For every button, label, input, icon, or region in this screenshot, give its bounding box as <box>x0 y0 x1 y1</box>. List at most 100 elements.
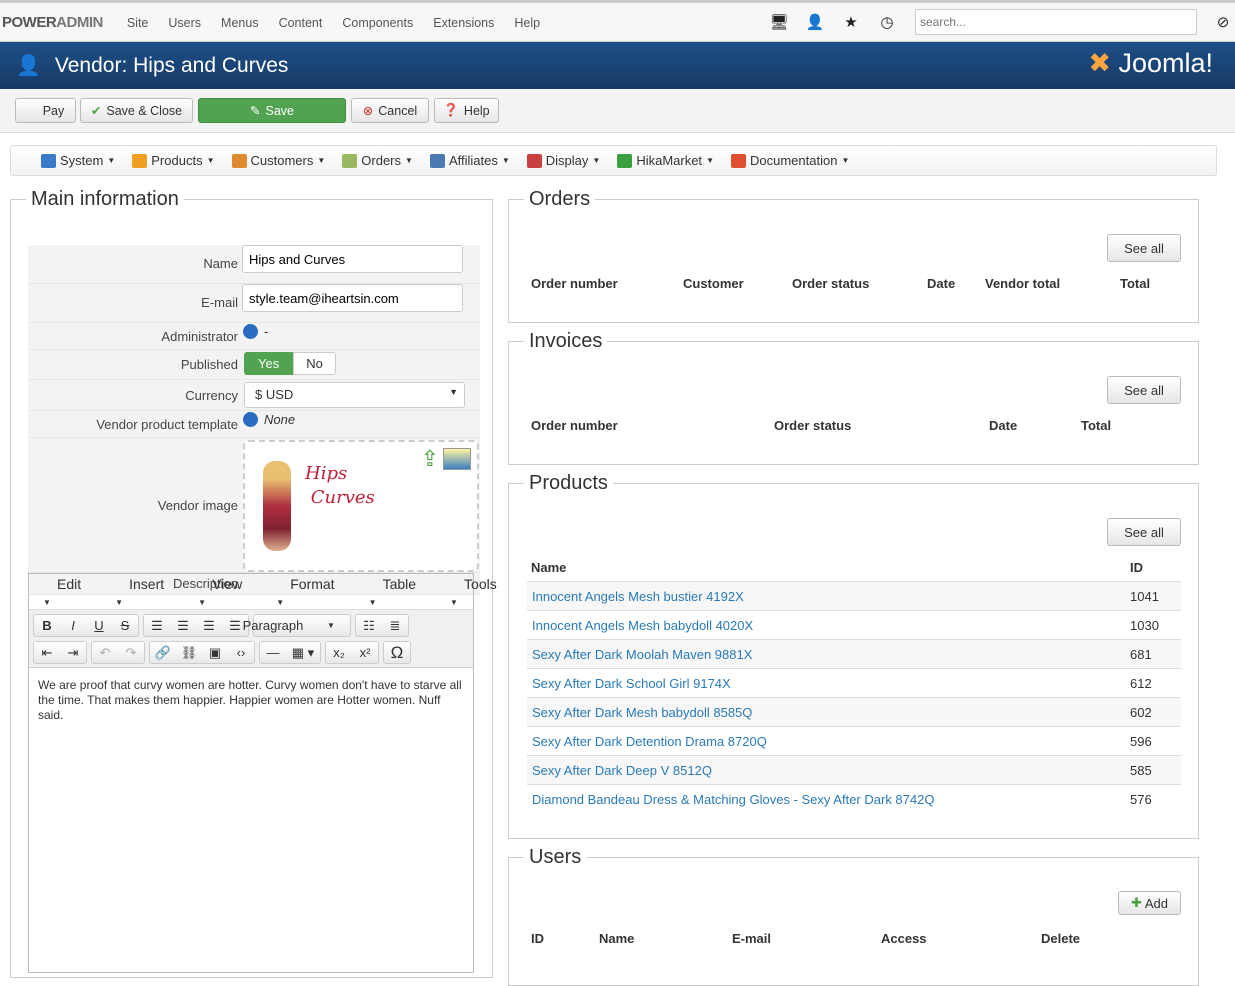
menu-hikamarket[interactable]: HikaMarket ▼ <box>617 153 714 168</box>
menu-affiliates[interactable]: Affiliates ▼ <box>429 153 510 168</box>
format-select[interactable]: Paragraph ▼ <box>243 614 351 637</box>
upload-icon[interactable]: ⇪ <box>421 446 439 472</box>
toolbar: Pay ✔ Save & Close ✎ Save ⊗ Cancel ❓ Help <box>0 89 1235 133</box>
link-icon[interactable]: 🔗 <box>150 642 176 663</box>
editor-menu-tools[interactable]: Tools ▼ <box>450 576 507 608</box>
clock-icon[interactable]: ◷ <box>869 13 905 31</box>
product-link[interactable]: Innocent Angels Mesh bustier 4192X <box>532 589 744 604</box>
image-icon[interactable]: ▣ <box>202 642 228 663</box>
product-link[interactable]: Diamond Bandeau Dress & Matching Gloves … <box>532 792 934 807</box>
editor-menu-edit[interactable]: Edit ▼ <box>43 576 91 608</box>
published-no[interactable]: No <box>293 352 336 375</box>
add-user-button[interactable]: ✚ Add <box>1118 891 1181 915</box>
edit-pencil-icon[interactable] <box>243 324 258 339</box>
brand[interactable]: POWERADMIN <box>0 14 117 31</box>
pay-button[interactable]: Pay <box>15 98 76 123</box>
product-link[interactable]: Sexy After Dark Moolah Maven 9881X <box>532 647 752 662</box>
help-button[interactable]: ❓ Help <box>434 98 499 123</box>
bold-icon[interactable]: B <box>34 615 60 636</box>
caret-down-icon: ▼ <box>592 156 601 165</box>
menu-products[interactable]: Products ▼ <box>132 153 215 168</box>
special-character-icon[interactable]: Ω <box>384 642 410 663</box>
description-editor: Edit ▼ Insert ▼ View ▼ Format ▼ Table ▼ Tools… <box>28 573 497 973</box>
customers-icon <box>231 153 247 168</box>
redo-icon[interactable]: ↷ <box>118 642 144 663</box>
strikethrough-icon[interactable]: S <box>112 615 138 636</box>
name-input[interactable] <box>242 245 463 273</box>
published-toggle[interactable]: Yes No <box>244 352 336 375</box>
star-icon[interactable]: ★ <box>833 13 869 31</box>
superscript-icon[interactable]: x² <box>352 642 378 663</box>
caret-down-icon: ▼ <box>706 156 714 165</box>
product-link[interactable]: Sexy After Dark Deep V 8512Q <box>532 763 712 778</box>
caret-down-icon: ▼ <box>405 156 413 165</box>
products-see-all-button[interactable]: See all <box>1107 518 1181 546</box>
nav-users[interactable]: Users <box>168 16 201 30</box>
users-panel: Users ✚ Add ID Name E-mail Access Delete <box>508 846 1199 986</box>
align-center-icon[interactable]: ☰ <box>170 615 196 636</box>
save-close-button[interactable]: ✔ Save & Close <box>80 98 193 123</box>
subscript-icon[interactable]: x₂ <box>326 642 352 663</box>
edit-pencil-icon[interactable] <box>243 412 258 427</box>
orders-see-all-button[interactable]: See all <box>1107 234 1181 262</box>
undo-icon[interactable]: ↶ <box>92 642 118 663</box>
user-icon[interactable]: 👤 <box>797 13 833 31</box>
dropdown-arrow-icon: ▼ <box>449 387 458 397</box>
image-gallery-icon[interactable] <box>443 448 471 470</box>
nav-menus[interactable]: Menus <box>221 16 259 30</box>
save-button[interactable]: ✎ Save <box>198 98 346 123</box>
indent-icon[interactable]: ⇥ <box>60 642 86 663</box>
product-row: Sexy After Dark Mesh babydoll 8585Q 602 <box>527 697 1181 726</box>
numbered-list-icon[interactable]: ≣ <box>382 615 408 636</box>
nav-help[interactable]: Help <box>514 16 540 30</box>
editor-menu-table[interactable]: Table ▼ <box>369 576 426 608</box>
caret-down-icon: ▼ <box>107 156 116 165</box>
currency-select[interactable]: $ USD ▼ <box>244 382 465 408</box>
caret-down-icon: ▼ <box>317 156 326 165</box>
product-id: 1041 <box>1130 588 1159 604</box>
search-input[interactable] <box>915 9 1197 35</box>
page-title: Vendor: Hips and Curves <box>54 53 289 77</box>
menu-display[interactable]: Display ▼ <box>526 153 601 168</box>
horizontal-rule-icon[interactable]: — <box>260 642 286 663</box>
joomla-status-icon[interactable]: ⊘ <box>1211 13 1235 31</box>
bullet-list-icon[interactable]: ☷ <box>356 615 382 636</box>
products-panel: Products See all Name ID Innocent Angels… <box>508 472 1199 839</box>
orders-panel: Orders See all Order number Customer Ord… <box>508 188 1199 323</box>
menu-orders[interactable]: Orders ▼ <box>342 153 413 168</box>
editor-content[interactable]: We are proof that curvy women are hotter… <box>29 667 473 733</box>
product-link[interactable]: Sexy After Dark School Girl 9174X <box>532 676 731 691</box>
check-icon: ✔ <box>90 104 102 118</box>
nav-components[interactable]: Components <box>342 16 413 30</box>
editor-menu-view[interactable]: View ▼ <box>198 576 252 608</box>
product-link[interactable]: Sexy After Dark Detention Drama 8720Q <box>532 734 767 749</box>
align-right-icon[interactable]: ☰ <box>196 615 222 636</box>
product-link[interactable]: Innocent Angels Mesh babydoll 4020X <box>532 618 753 633</box>
email-input[interactable] <box>242 284 463 312</box>
hikamarket-icon <box>617 153 633 168</box>
menu-customers[interactable]: Customers ▼ <box>231 153 326 168</box>
vendor-image-dropzone[interactable]: Hips Curves ⇪ <box>243 440 479 572</box>
published-yes[interactable]: Yes <box>244 352 294 375</box>
monitor-icon[interactable]: 🖥 <box>761 13 797 31</box>
editor-menu-insert[interactable]: Insert ▼ <box>115 576 174 608</box>
product-id: 681 <box>1130 646 1152 662</box>
menu-system[interactable]: System ▼ <box>41 153 115 168</box>
invoices-see-all-button[interactable]: See all <box>1107 376 1181 404</box>
unlink-icon[interactable]: ⛓ <box>176 642 202 663</box>
product-id: 576 <box>1130 791 1152 807</box>
vendor-image: Hips Curves <box>253 456 375 556</box>
cancel-button[interactable]: ⊗ Cancel <box>351 98 429 123</box>
editor-menu-format[interactable]: Format ▼ <box>276 576 344 608</box>
nav-extensions[interactable]: Extensions <box>433 16 494 30</box>
nav-site[interactable]: Site <box>127 16 149 30</box>
nav-content[interactable]: Content <box>279 16 323 30</box>
underline-icon[interactable]: U <box>86 615 112 636</box>
outdent-icon[interactable]: ⇤ <box>34 642 60 663</box>
align-left-icon[interactable]: ☰ <box>144 615 170 636</box>
italic-icon[interactable]: I <box>60 615 86 636</box>
product-link[interactable]: Sexy After Dark Mesh babydoll 8585Q <box>532 705 752 720</box>
code-icon[interactable]: ‹› <box>228 642 254 663</box>
table-icon[interactable]: ▦ ▾ <box>286 642 320 663</box>
menu-documentation[interactable]: Documentation ▼ <box>730 153 849 168</box>
